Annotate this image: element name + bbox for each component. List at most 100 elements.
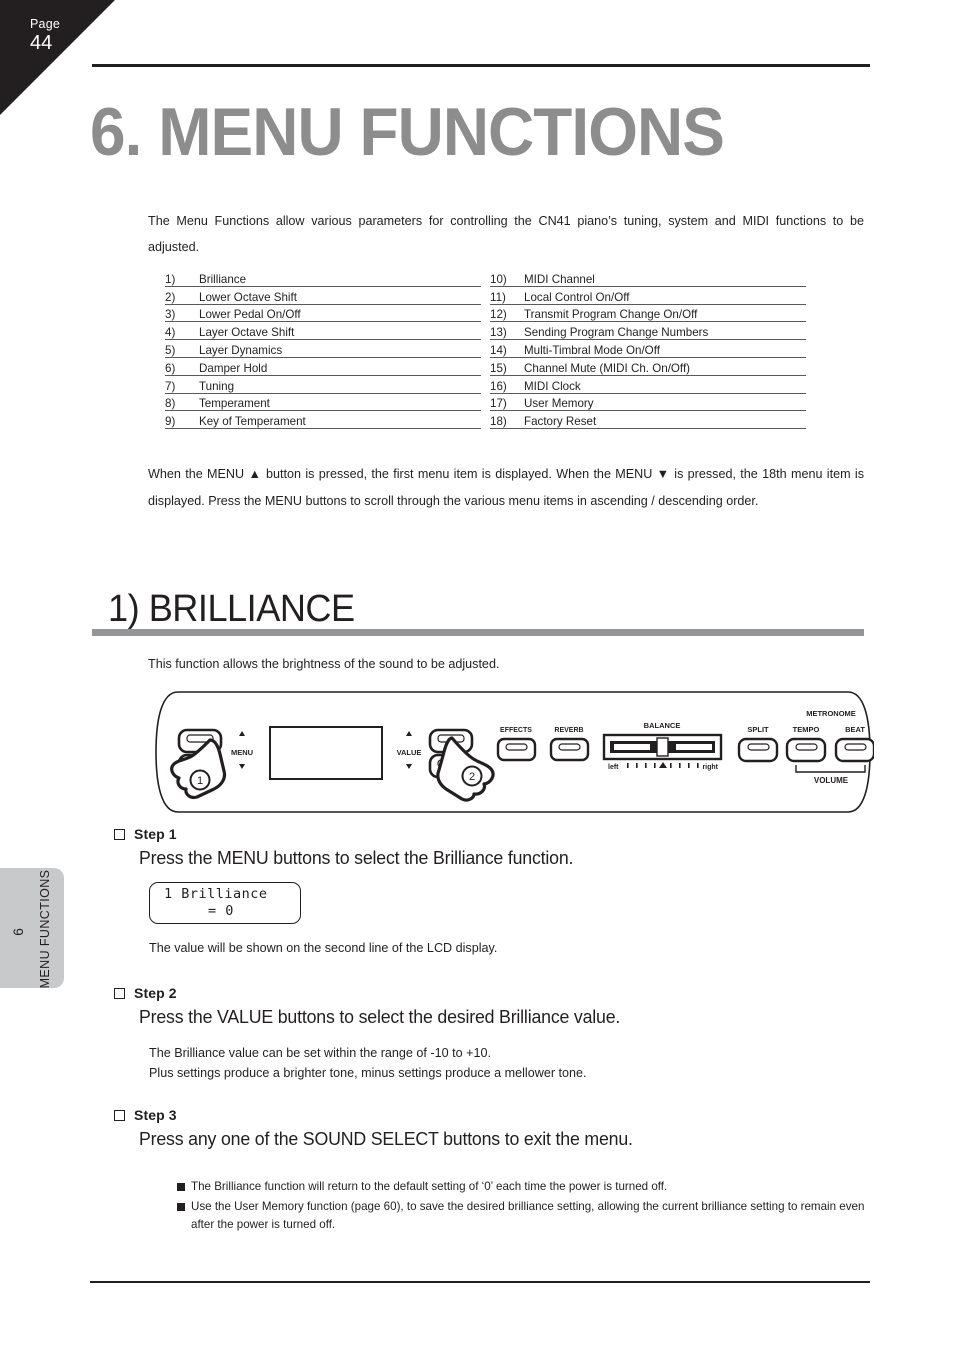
lcd-line-1: 1 Brilliance [164,886,268,902]
balance-tick-marks-icon [627,762,699,768]
function-number: 12) [490,308,507,322]
function-number: 8) [165,397,176,411]
step-1-lcd-readout: 1 Brilliance = 0 [149,882,301,924]
function-number: 14) [490,343,507,357]
step-1-heading: Step 1 [114,826,591,842]
balance-slider[interactable] [602,733,723,761]
function-number: 1) [165,272,176,286]
page-corner-number: 44 [30,32,53,54]
note-bullet-icon [177,1183,185,1191]
function-list-item: 6) Damper Hold [165,358,481,376]
function-list-item: 12) Transmit Program Change On/Off [490,305,806,323]
step-3-title: Step 3 [134,1107,177,1123]
effects-button[interactable] [496,737,537,762]
step-2-heading: Step 2 [114,985,640,1001]
function-number: 17) [490,397,507,411]
function-list-item: 10) MIDI Channel [490,269,806,287]
function-number: 13) [490,326,507,340]
function-list-item: 17) User Memory [490,394,806,412]
beat-button[interactable] [834,737,874,763]
function-label: Temperament [199,397,270,411]
function-label: Layer Dynamics [199,343,283,357]
function-list-item: 11) Local Control On/Off [490,287,806,305]
callout-2-label: 2 [469,771,475,783]
callout-1-label: 1 [197,775,203,787]
split-label: SPLIT [747,725,769,734]
function-label: Channel Mute (MIDI Ch. On/Off) [524,361,691,375]
side-tab-number: 6 [9,928,26,936]
step-2-note-2: Plus settings produce a brighter tone, m… [149,1066,587,1080]
effects-label: EFFECTS [500,727,532,734]
split-button[interactable] [737,737,779,763]
step-checkbox-icon[interactable] [114,987,125,999]
function-number: 10) [490,272,507,286]
control-panel-diagram: MENU 1 VALUE 2 EFFECTS REVERB BALANCE le… [152,688,874,816]
function-number: 16) [490,379,507,393]
menu-label: MENU [231,748,253,757]
beat-label: BEAT [845,725,865,734]
volume-bracket-icon [795,765,866,773]
function-label: Damper Hold [199,361,268,375]
step-2-note-1: The Brilliance value can be set within t… [149,1046,491,1060]
function-list-left: 1) Brilliance 2) Lower Octave Shift 3) L… [165,269,481,430]
note-bullet-icon [177,1202,185,1211]
function-number: 5) [165,343,176,357]
step-1-instruction: Press the MENU buttons to select the Bri… [139,847,574,868]
reverb-button[interactable] [549,737,590,762]
step-1-title: Step 1 [134,826,177,842]
control-panel-svg: MENU 1 VALUE 2 EFFECTS REVERB BALANCE le… [155,691,874,813]
function-number: 4) [165,326,176,340]
intro-paragraph: The Menu Functions allow various paramet… [148,214,864,254]
function-label: MIDI Clock [524,379,581,393]
value-up-arrow-icon [406,731,412,736]
function-list-item: 1) Brilliance [165,269,481,287]
section-heading: 1) BRILLIANCE [108,588,355,630]
function-label: Transmit Program Change On/Off [524,308,698,322]
step-3-heading: Step 3 [114,1107,653,1123]
function-label: Lower Pedal On/Off [199,308,301,322]
function-label: Local Control On/Off [524,290,630,304]
step-2-title: Step 2 [134,985,177,1001]
chapter-title: 6. MENU FUNCTIONS [90,94,725,170]
function-number: 11) [490,290,506,304]
balance-right-label: right [702,764,718,771]
menu-down-arrow-icon [239,764,245,769]
function-label: Brilliance [199,272,247,286]
function-number: 7) [165,379,176,393]
reverb-label: REVERB [554,727,583,734]
function-number: 3) [165,308,176,322]
menu-up-arrow-icon [239,731,245,736]
function-list-item: 14) Multi-Timbral Mode On/Off [490,340,806,358]
value-down-arrow-icon [406,764,412,769]
side-tab-label: MENU FUNCTIONS [38,869,52,989]
lcd-line-2: = 0 [208,903,234,919]
step-checkbox-icon[interactable] [114,1109,125,1121]
tempo-button[interactable] [785,737,827,763]
function-list-item: 9) Key of Temperament [165,411,481,430]
tempo-label: TEMPO [793,725,820,734]
step-3-block: Step 3 Press any one of the SOUND SELECT… [114,1107,653,1151]
page-corner-label: Page [30,17,60,31]
function-list-right: 10) MIDI Channel 11) Local Control On/Of… [490,269,806,430]
function-list-item: 13) Sending Program Change Numbers [490,322,806,341]
step-2-instruction: Press the VALUE buttons to select the de… [139,1006,621,1027]
function-list-item: 7) Tuning [165,376,481,394]
note-item: The Brilliance function will return to t… [177,1178,867,1197]
step-1-block: Step 1 Press the MENU buttons to select … [114,826,591,958]
step-3-instruction: Press any one of the SOUND SELECT button… [139,1128,633,1149]
function-number: 18) [490,415,507,429]
notes-block: The Brilliance function will return to t… [177,1178,867,1236]
header-rule [92,64,870,67]
function-list-item: 5) Layer Dynamics [165,340,481,358]
chapter-side-tab: 6 MENU FUNCTIONS [0,868,64,988]
note-text: Use the User Memory function (page 60), … [191,1199,865,1232]
volume-label: VOLUME [814,776,849,785]
function-list-item: 2) Lower Octave Shift [165,287,481,305]
note-text: The Brilliance function will return to t… [191,1180,668,1193]
metronome-label: METRONOME [806,709,856,718]
function-label: User Memory [524,397,594,411]
section-heading-bar [92,629,864,636]
function-list-item: 16) MIDI Clock [490,376,806,394]
function-number: 15) [490,361,507,375]
step-checkbox-icon[interactable] [114,828,125,840]
